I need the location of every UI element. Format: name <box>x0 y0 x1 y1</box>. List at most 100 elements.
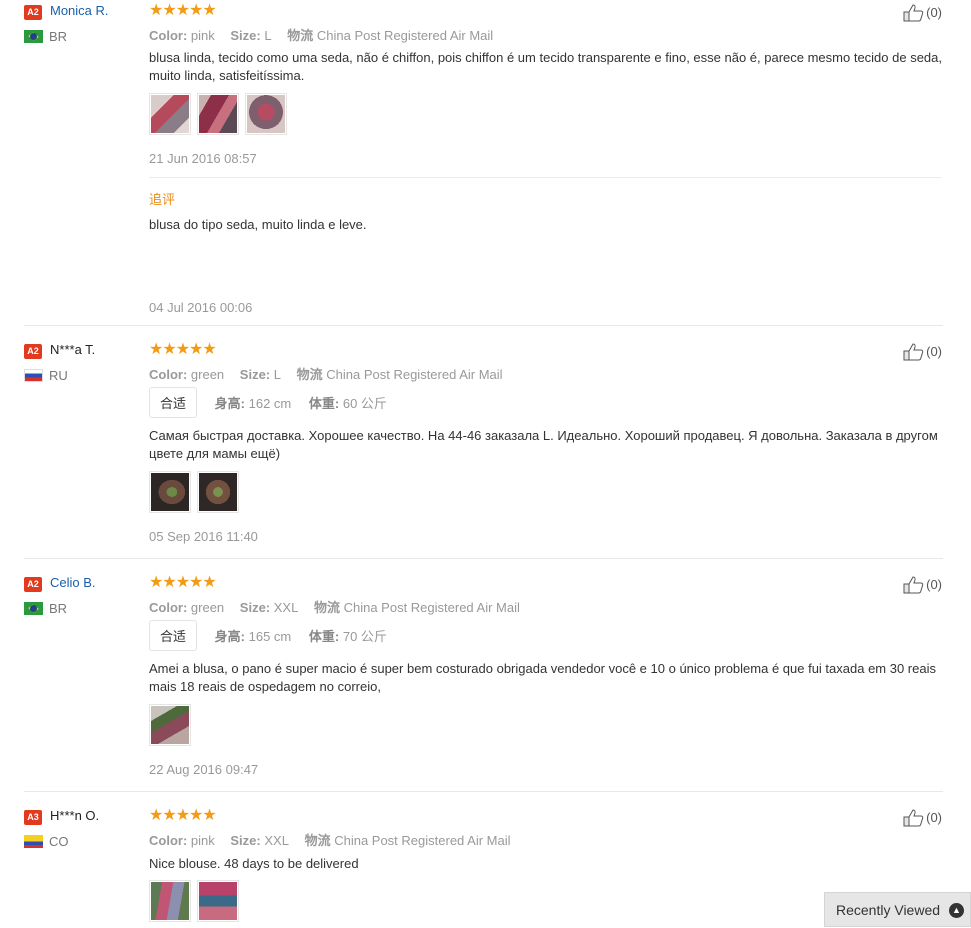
review-photo-thumbnail[interactable] <box>149 704 191 746</box>
height-value: 165 cm <box>248 629 292 644</box>
review-photo-thumbnail[interactable] <box>149 880 191 922</box>
shipping-label: 物流 <box>296 367 323 382</box>
review-date: 22 Aug 2016 09:47 <box>149 762 259 777</box>
buyer-level-badge: A2 <box>24 5 42 21</box>
size-value: XXL <box>264 833 289 848</box>
chevron-up-icon: ▲ <box>949 903 964 918</box>
review-photo-thumbnail[interactable] <box>245 93 287 135</box>
order-attributes: Color: pink Size: XXL 物流 China Post Regi… <box>149 830 511 849</box>
reviewer-name[interactable]: Celio B. <box>50 575 96 590</box>
shipping-label: 物流 <box>313 600 340 615</box>
star-rating: ★★★★★ <box>149 574 217 591</box>
review-text: blusa linda, tecido como uma seda, não é… <box>149 50 943 83</box>
review-photos <box>149 880 245 922</box>
weight-value: 60 公斤 <box>342 396 387 411</box>
country-code: CO <box>49 834 69 849</box>
review-photo-thumbnail[interactable] <box>197 880 239 922</box>
fit-info: 合适 身高: 162 cm 体重: 60 公斤 <box>149 387 387 418</box>
shipping-value: China Post Registered Air Mail <box>316 28 494 43</box>
reviewer-info: A2 Celio B. BR <box>24 575 96 616</box>
shipping-value: China Post Registered Air Mail <box>343 600 520 615</box>
russia-flag-icon <box>24 369 43 382</box>
color-value: green <box>190 600 225 615</box>
reviewer-name: N***a T. <box>50 342 96 357</box>
fit-tag: 合适 <box>149 620 198 651</box>
star-rating: ★★★★★ <box>149 807 217 824</box>
thumbs-up-icon <box>903 343 924 361</box>
height-label: 身高: <box>214 396 245 411</box>
helpful-button[interactable]: (0) <box>903 576 942 594</box>
order-attributes: Color: green Size: XXL 物流 China Post Reg… <box>149 597 520 616</box>
helpful-count: (0) <box>926 577 942 592</box>
helpful-count: (0) <box>926 5 942 20</box>
color-value: pink <box>190 833 215 848</box>
review-photo-thumbnail[interactable] <box>149 93 191 135</box>
reviewer-info: A3 H***n O. CO <box>24 808 99 849</box>
review-date: 21 Jun 2016 08:57 <box>149 151 257 166</box>
country-code: RU <box>49 368 68 383</box>
review-separator <box>24 791 943 792</box>
buyer-level-badge: A3 <box>24 810 42 826</box>
thumbs-up-icon <box>903 4 924 22</box>
review-photo-thumbnail[interactable] <box>197 93 239 135</box>
followup-date: 04 Jul 2016 00:06 <box>149 300 253 315</box>
review-photos <box>149 471 245 513</box>
thumbs-up-icon <box>903 576 924 594</box>
size-label: Size: <box>230 28 261 43</box>
star-rating: ★★★★★ <box>149 341 217 358</box>
review-separator <box>24 325 943 326</box>
helpful-button[interactable]: (0) <box>903 4 942 22</box>
review-text: Amei a blusa, o pano é super macio é sup… <box>149 661 936 694</box>
weight-label: 体重: <box>308 629 340 644</box>
followup-divider <box>149 177 942 178</box>
review-text: Nice blouse. 48 days to be delivered <box>149 856 359 871</box>
buyer-level-badge: A2 <box>24 577 42 593</box>
fit-tag: 合适 <box>149 387 198 418</box>
helpful-button[interactable]: (0) <box>903 809 942 827</box>
helpful-button[interactable]: (0) <box>903 343 942 361</box>
size-value: L <box>264 28 272 43</box>
helpful-count: (0) <box>926 810 942 825</box>
order-attributes: Color: pink Size: L 物流 China Post Regist… <box>149 25 493 44</box>
reviewer-country: BR <box>24 29 67 44</box>
size-label: Size: <box>230 833 261 848</box>
review-photo-thumbnail[interactable] <box>149 471 191 513</box>
followup-label: 追评 <box>149 192 176 207</box>
reviewer-info: A2 Monica R. BR <box>24 3 109 44</box>
review-date: 05 Sep 2016 11:40 <box>149 529 258 544</box>
country-code: BR <box>49 601 68 616</box>
weight-label: 体重: <box>308 396 340 411</box>
color-value: pink <box>190 28 215 43</box>
reviewer-country: BR <box>24 601 67 616</box>
thumbs-up-icon <box>903 809 924 827</box>
recently-viewed-button[interactable]: Recently Viewed ▲ <box>824 892 971 927</box>
reviewer-info: A2 N***a T. RU <box>24 342 95 383</box>
weight-value: 70 公斤 <box>342 629 387 644</box>
shipping-value: China Post Registered Air Mail <box>334 833 511 848</box>
height-label: 身高: <box>214 629 245 644</box>
review-photos <box>149 704 197 746</box>
reviewer-name[interactable]: Monica R. <box>50 3 109 18</box>
brazil-flag-icon <box>24 30 43 43</box>
country-code: BR <box>49 29 68 44</box>
color-label: Color: <box>149 833 188 848</box>
helpful-count: (0) <box>926 344 942 359</box>
reviewer-country: RU <box>24 368 68 383</box>
review-photo-thumbnail[interactable] <box>197 471 239 513</box>
size-label: Size: <box>239 600 271 615</box>
shipping-value: China Post Registered Air Mail <box>326 367 503 382</box>
review-separator <box>24 558 943 559</box>
shipping-label: 物流 <box>287 28 314 43</box>
buyer-level-badge: A2 <box>24 344 42 360</box>
star-rating: ★★★★★ <box>149 2 217 19</box>
size-label: Size: <box>239 367 271 382</box>
size-value: XXL <box>273 600 299 615</box>
fit-info: 合适 身高: 165 cm 体重: 70 公斤 <box>149 620 387 651</box>
height-value: 162 cm <box>248 396 292 411</box>
reviewer-name: H***n O. <box>50 808 100 823</box>
color-label: Color: <box>149 367 188 382</box>
color-label: Color: <box>149 28 188 43</box>
brazil-flag-icon <box>24 602 43 615</box>
color-label: Color: <box>149 600 188 615</box>
body-weight: 体重: 60 公斤 <box>309 393 387 412</box>
